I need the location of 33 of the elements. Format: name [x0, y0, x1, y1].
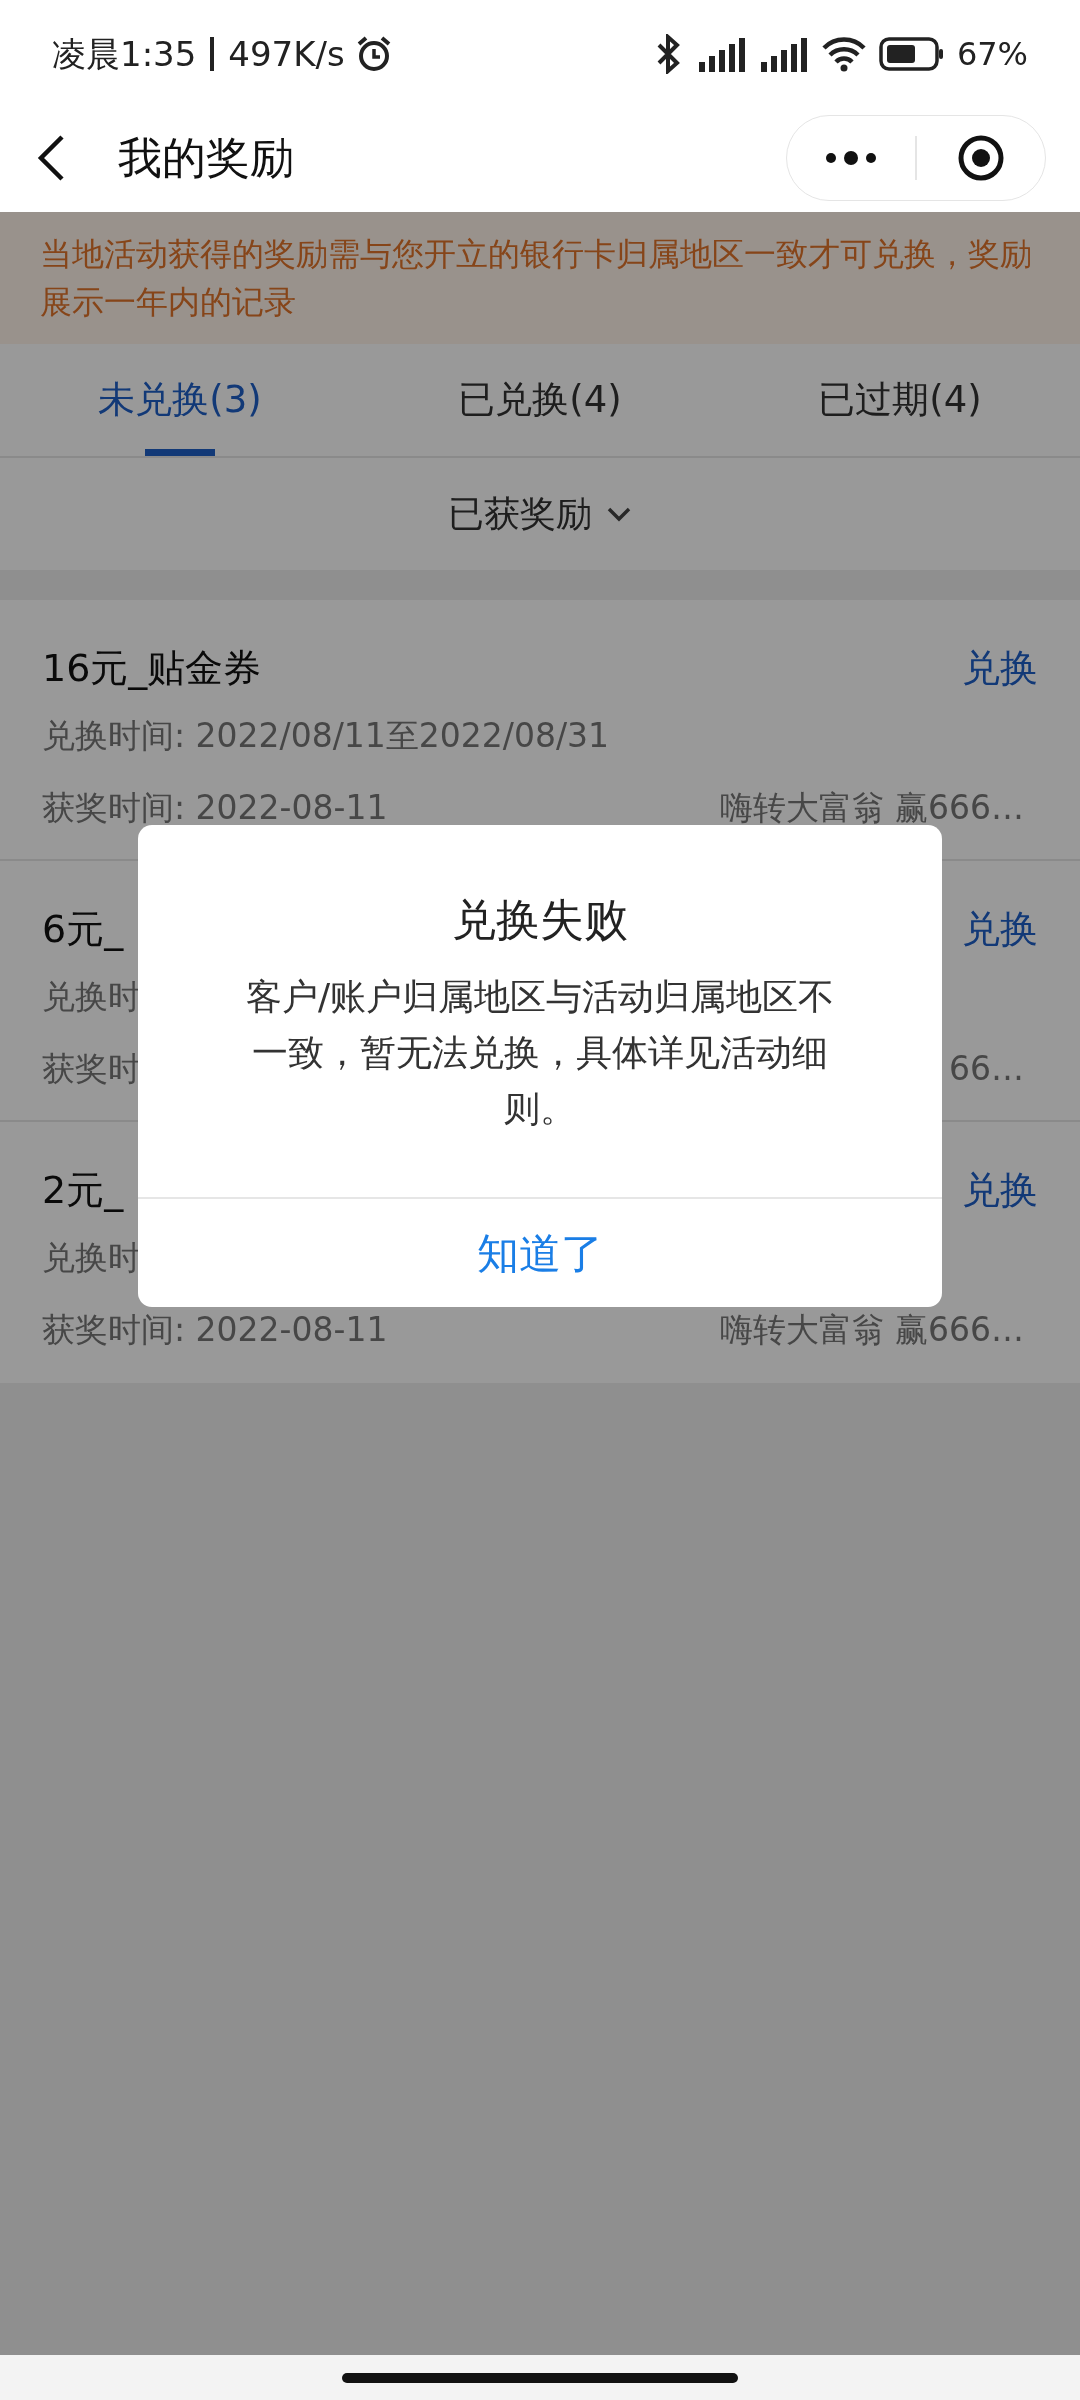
status-time: 凌晨1:35 [52, 32, 197, 76]
wifi-icon [820, 36, 867, 72]
tab[interactable]: 未兑换(3) [0, 344, 360, 456]
reward-title: 6元_ [42, 905, 124, 953]
redeem-time: 兑换时间: 2022/08/11至2022/08/31 [42, 715, 609, 757]
reward-title: 16元_贴金券 [42, 644, 262, 692]
network-speed: 497K/s [228, 32, 345, 76]
award-time: 获奖时 [42, 1048, 141, 1090]
activity-name: 66… [949, 1048, 1024, 1090]
confirm-button[interactable]: 知道了 [138, 1197, 942, 1307]
redeem-link[interactable]: 兑换 [962, 639, 1038, 697]
battery-percent: 67% [956, 34, 1028, 75]
dialog-message: 客户/账户归属地区与活动归属地区不一致，暂无法兑换，具体详见活动细则。 [244, 975, 836, 1131]
reward-title: 2元_ [42, 1166, 124, 1214]
notice-text: 当地活动获得的奖励需与您开立的银行卡归属地区一致才可兑换，奖励展示一年内的记录 [0, 212, 1080, 344]
award-time: 获奖时间: 2022-08-11 [42, 1309, 388, 1351]
dialog-title: 兑换失败 [451, 893, 629, 947]
chevron-down-icon [606, 505, 632, 523]
page-title: 我的奖励 [118, 131, 295, 185]
redeem-link[interactable]: 兑换 [962, 900, 1038, 958]
redeem-link[interactable]: 兑换 [962, 1161, 1038, 1219]
redeem-time: 兑换时 [42, 1237, 141, 1279]
filter-dropdown[interactable]: 已获奖励 [448, 487, 632, 541]
divider-bar [210, 37, 215, 71]
battery-icon [878, 37, 945, 71]
home-indicator[interactable] [342, 2372, 738, 2383]
activity-name: 嗨转大富翁 赢666… [719, 787, 1024, 829]
award-time: 获奖时间: 2022-08-11 [42, 787, 388, 829]
tab[interactable]: 已过期(4) [720, 344, 1080, 456]
tab[interactable]: 已兑换(4) [360, 344, 720, 456]
redeem-time: 兑换时 [42, 976, 141, 1018]
activity-name: 嗨转大富翁 赢666… [719, 1309, 1024, 1351]
target-icon [956, 133, 1006, 183]
